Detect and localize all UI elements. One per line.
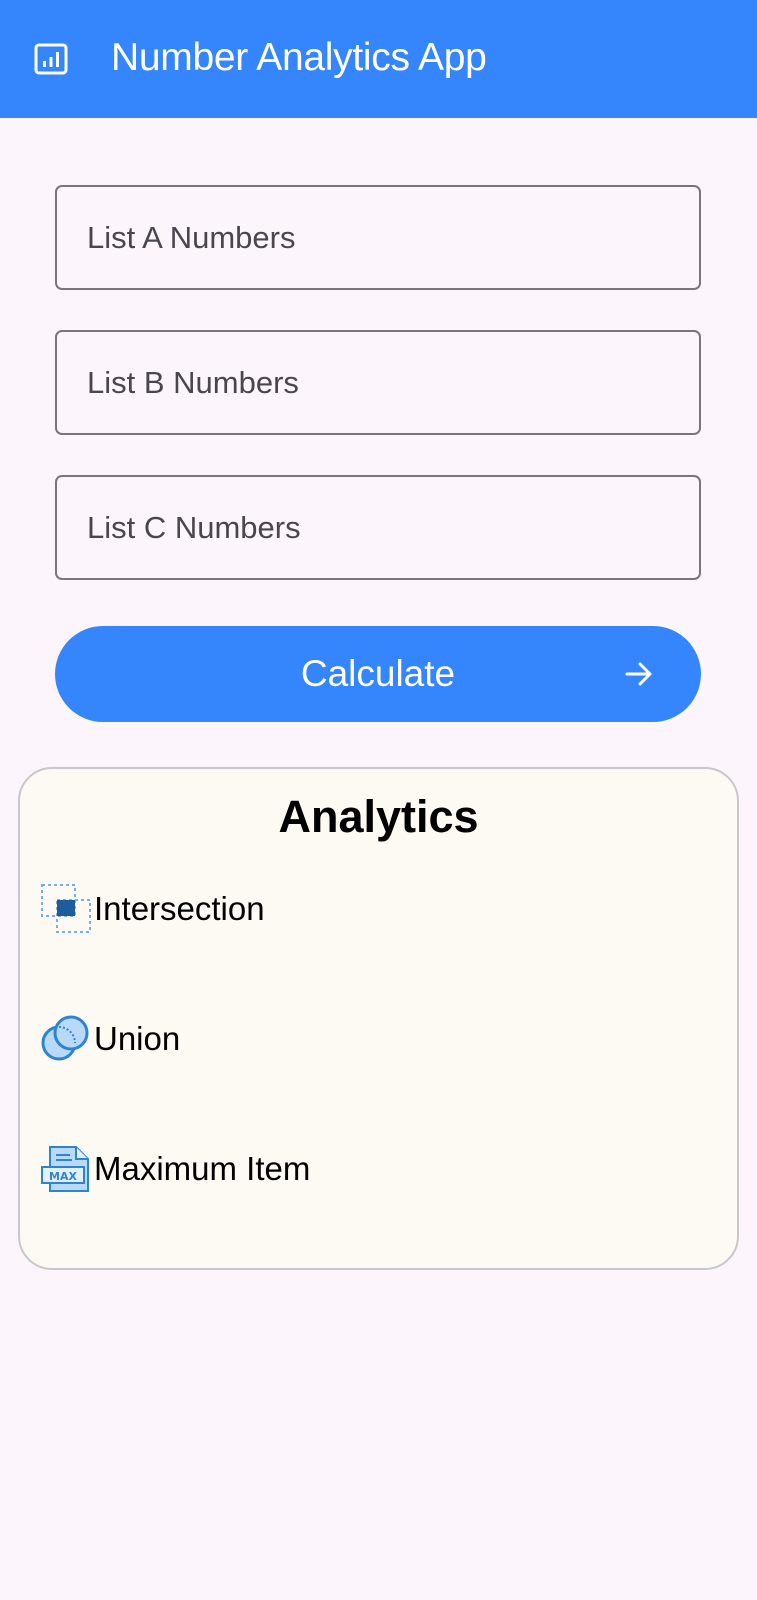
analytics-item-intersection[interactable]: Intersection: [40, 879, 720, 939]
app-bar: Number Analytics App: [0, 0, 757, 118]
svg-text:MAX: MAX: [49, 1170, 77, 1183]
calculate-label: Calculate: [300, 653, 456, 694]
analytics-item-label: Intersection: [94, 890, 265, 927]
list-c-field[interactable]: [55, 475, 701, 580]
calculate-button[interactable]: Calculate: [55, 626, 701, 722]
analytics-item-maximum[interactable]: MAX Maximum Item: [40, 1139, 720, 1199]
list-a-field[interactable]: [55, 185, 701, 290]
union-icon: [41, 1015, 89, 1061]
analytics-chart-icon: [34, 43, 68, 75]
arrow-right-icon: [625, 662, 652, 686]
list-b-input[interactable]: [57, 332, 699, 433]
analytics-item-label: Union: [94, 1020, 181, 1057]
app-title: Number Analytics App: [111, 36, 487, 79]
analytics-item-union[interactable]: Union: [40, 1009, 720, 1069]
analytics-title: Analytics: [278, 791, 479, 842]
list-a-input[interactable]: [57, 187, 699, 288]
max-document-icon: MAX: [41, 1146, 89, 1192]
analytics-card: Analytics Intersection Union MAX Maximum…: [18, 767, 739, 1270]
analytics-item-label: Maximum Item: [94, 1150, 311, 1187]
list-c-input[interactable]: [57, 477, 699, 578]
list-b-field[interactable]: [55, 330, 701, 435]
intersection-icon: [41, 884, 91, 933]
